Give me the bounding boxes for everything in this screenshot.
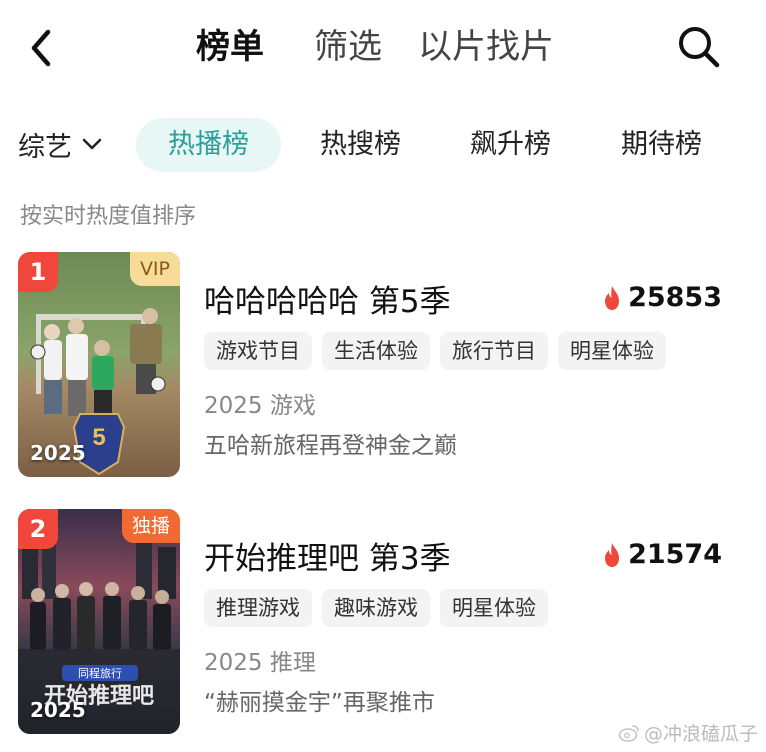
list-item[interactable]: 同程旅行 开始推理吧 2 独播 2025 开始推理吧 第3季 21574 推理游…	[0, 509, 766, 739]
heat-value: 25853	[628, 282, 722, 313]
show-title[interactable]: 哈哈哈哈哈 第5季	[204, 276, 451, 321]
flame-icon	[605, 542, 620, 567]
category-dropdown[interactable]: 综艺	[18, 124, 102, 164]
filter-bar: 综艺 热播榜 热搜榜 飙升榜 期待榜	[0, 112, 766, 178]
rank-tab-hot-search[interactable]: 热搜榜	[320, 118, 401, 172]
top-navigation-bar: 榜单 筛选 以片找片	[0, 0, 766, 96]
poster-image[interactable]: 同程旅行 开始推理吧 2 独播 2025	[18, 509, 180, 734]
tag-list: 游戏节目 生活体验 旅行节目 明星体验	[204, 332, 676, 370]
vip-badge: VIP	[129, 252, 180, 286]
category-label: 综艺	[18, 131, 72, 163]
flame-icon	[605, 285, 620, 310]
tab-filter[interactable]: 筛选	[314, 22, 382, 72]
year-genre: 2025 推理	[204, 650, 316, 676]
tab-find-by-clip[interactable]: 以片找片	[418, 22, 554, 72]
year-genre: 2025 游戏	[204, 393, 316, 419]
heat-score: 21574	[602, 539, 722, 570]
genre-tag[interactable]: 推理游戏	[204, 589, 312, 627]
list-item[interactable]: 5 1 VIP 2025 哈哈哈哈哈 第5季 25853 游戏节目 生活体验 旅…	[0, 252, 766, 482]
rank-tab-hot-play[interactable]: 热播榜	[136, 118, 281, 172]
poster-year: 2025	[30, 698, 86, 722]
svg-text:同程旅行: 同程旅行	[78, 666, 122, 680]
genre-tag[interactable]: 趣味游戏	[322, 589, 430, 627]
genre-tag[interactable]: 明星体验	[558, 332, 666, 370]
genre-tag[interactable]: 旅行节目	[440, 332, 548, 370]
back-chevron-icon	[31, 29, 51, 67]
rank-tab-anticipated[interactable]: 期待榜	[621, 118, 702, 172]
poster-image[interactable]: 5 1 VIP 2025	[18, 252, 180, 477]
show-description: 五哈新旅程再登神金之巅	[204, 433, 457, 459]
genre-tag[interactable]: 明星体验	[440, 589, 548, 627]
tab-ranking[interactable]: 榜单	[196, 22, 264, 72]
show-title[interactable]: 开始推理吧 第3季	[204, 533, 451, 578]
watermark-text: @冲浪磕瓜子	[643, 723, 758, 745]
weibo-logo-icon	[618, 724, 639, 742]
exclusive-badge: 独播	[121, 509, 180, 543]
tag-list: 推理游戏 趣味游戏 明星体验	[204, 589, 558, 627]
show-description: “赫丽摸金宇”再聚推市	[204, 690, 435, 716]
watermark: @冲浪磕瓜子	[618, 719, 758, 746]
rank-badge: 1	[18, 252, 58, 292]
sort-hint: 按实时热度值排序	[20, 204, 197, 229]
back-button[interactable]	[22, 26, 62, 70]
poster-year: 2025	[30, 441, 86, 465]
genre-tag[interactable]: 生活体验	[322, 332, 430, 370]
search-button[interactable]	[676, 24, 722, 70]
rank-tab-rising[interactable]: 飙升榜	[470, 118, 551, 172]
heat-score: 25853	[602, 282, 722, 313]
heat-value: 21574	[628, 539, 722, 570]
search-icon	[679, 27, 720, 68]
svg-text:5: 5	[92, 424, 105, 451]
chevron-down-icon	[82, 138, 102, 150]
rank-badge: 2	[18, 509, 58, 549]
genre-tag[interactable]: 游戏节目	[204, 332, 312, 370]
